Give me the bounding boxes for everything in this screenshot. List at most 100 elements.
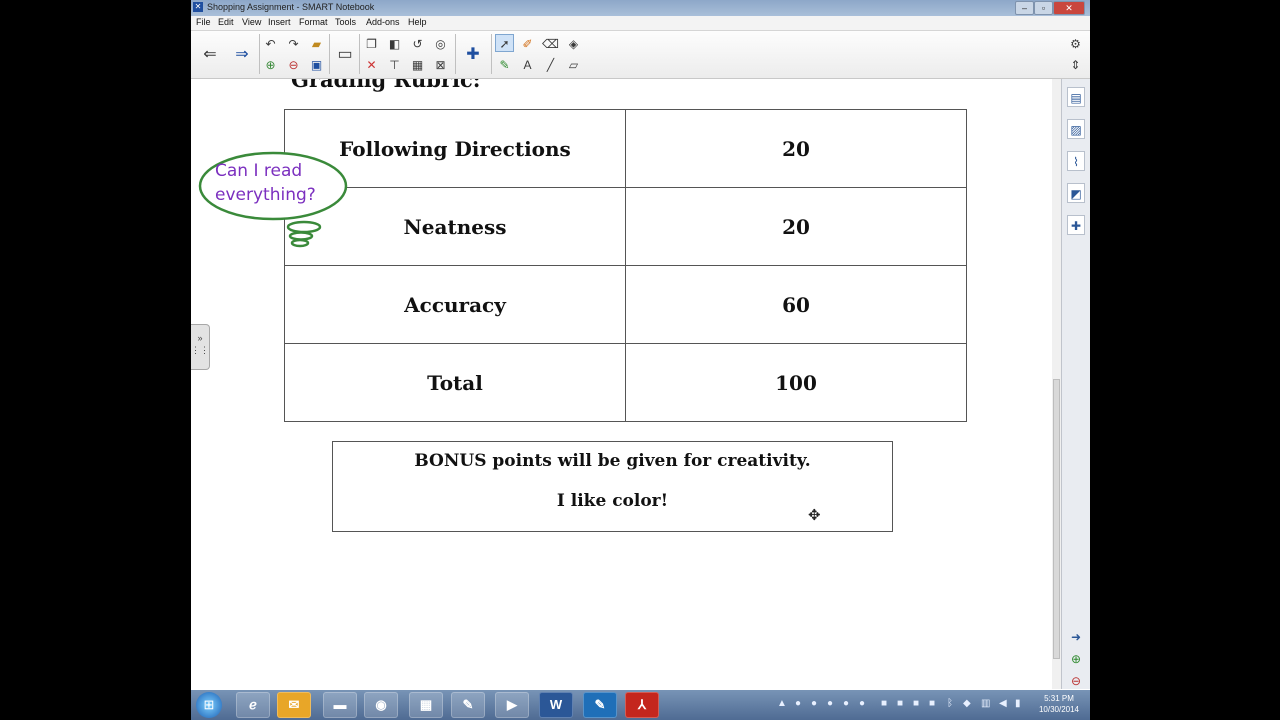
scrollbar-thumb[interactable] (1053, 379, 1060, 659)
add-tab-icon[interactable]: ⊕ (1067, 649, 1085, 669)
previous-page-icon[interactable]: ⇐ (196, 35, 224, 73)
gallery-handle[interactable]: » ⋮⋮ (191, 324, 210, 370)
table-row: Total 100 (284, 343, 967, 422)
eraser-icon[interactable]: ⌫ (541, 34, 560, 52)
toolbar-separator (491, 34, 492, 74)
display-screen-icon[interactable]: ▭ (331, 35, 359, 73)
word-icon[interactable]: W (539, 692, 573, 718)
select-arrow-icon[interactable]: ➚ (495, 34, 514, 52)
toolbar-separator (329, 34, 330, 74)
bluetooth-icon[interactable]: ᛒ (947, 698, 953, 709)
smart-notebook-icon[interactable]: ✎ (583, 692, 617, 718)
tray-app-icon[interactable]: ● (811, 698, 817, 709)
rubric-heading: Grading Rubric: (291, 79, 481, 92)
redo-icon[interactable]: ↷ (284, 34, 303, 52)
acrobat-icon[interactable]: ⅄ (625, 692, 659, 718)
tray-app-icon[interactable]: ■ (897, 698, 903, 709)
gallery-icon[interactable]: ▨ (1067, 119, 1085, 139)
power-icon[interactable]: ▮ (1015, 698, 1021, 709)
double-chevron-right-icon: » (197, 333, 203, 343)
tray-show-hidden-icon[interactable]: ▲ (777, 698, 787, 709)
thought-bubble-line: Can I read (215, 161, 303, 181)
tray-app-icon[interactable]: ■ (913, 698, 919, 709)
start-button[interactable]: ⊞ (196, 692, 222, 718)
system-clock[interactable]: 5:31 PM 10/30/2014 (1031, 693, 1087, 715)
thought-bubble-trail (290, 238, 310, 248)
windows-taskbar: ⊞ ℯ ✉ ▬ ◉ ▦ ✎ ▶ W ✎ ⅄ ▲ ● ● ● ● ● ■ ■ ■ … (191, 690, 1090, 720)
add-ons-icon[interactable]: ✚ (1067, 215, 1085, 235)
gear-icon[interactable]: ⚙ (1066, 34, 1085, 52)
side-tabs: ▤ ▨ ⌇ ◩ ✚ ➜ ⊕ ⊖ (1061, 79, 1090, 689)
next-page-icon[interactable]: ⇒ (228, 35, 256, 73)
page-sorter-icon[interactable]: ▤ (1067, 87, 1085, 107)
chrome-icon[interactable]: ◉ (364, 692, 398, 718)
paint-icon[interactable]: ✎ (451, 692, 485, 718)
criterion-cell: Accuracy (284, 265, 626, 344)
shape-eraser-icon[interactable]: ▱ (564, 55, 583, 73)
smart-notebook-icon: ✕ (193, 2, 203, 12)
tray-app-icon[interactable]: ● (795, 698, 801, 709)
table-row: Accuracy 60 (284, 265, 967, 344)
menu-file[interactable]: File (196, 17, 211, 27)
add-ons-puzzle-icon[interactable]: ✚ (459, 35, 487, 73)
points-cell: 60 (625, 265, 967, 344)
volume-icon[interactable]: ◀ (999, 698, 1007, 709)
title-bar: ✕ Shopping Assignment - SMART Notebook –… (191, 0, 1090, 16)
outlook-icon[interactable]: ✉ (277, 692, 311, 718)
menu-format[interactable]: Format (299, 17, 328, 27)
network-icon[interactable]: ▥ (981, 698, 990, 709)
notebook-page[interactable]: Grading Rubric: Following Directions 20 … (191, 79, 1052, 689)
line-icon[interactable]: ╱ (541, 55, 560, 73)
points-cell: 100 (625, 343, 967, 422)
thought-bubble-text: Can I read everything? (215, 159, 335, 207)
insert-table-icon[interactable]: ▦ (408, 55, 427, 73)
delete-icon[interactable]: ✕ (362, 55, 381, 73)
properties-icon[interactable]: ◩ (1067, 183, 1085, 203)
remove-tab-icon[interactable]: ⊖ (1067, 671, 1085, 691)
tray-app-icon[interactable]: ■ (929, 698, 935, 709)
delete-page-icon[interactable]: ⊖ (284, 55, 303, 73)
fill-icon[interactable]: ◈ (564, 34, 583, 52)
undo-icon[interactable]: ↶ (261, 34, 280, 52)
calculator-icon[interactable]: ▦ (409, 692, 443, 718)
tray-app-icon[interactable]: ● (843, 698, 849, 709)
screen-shade-icon[interactable]: ⊤ (385, 55, 404, 73)
grip-icon: ⋮⋮ (191, 345, 209, 355)
menu-insert[interactable]: Insert (268, 17, 291, 27)
tray-app-icon[interactable]: ■ (881, 698, 887, 709)
save-icon[interactable]: ▣ (307, 55, 326, 73)
menu-help[interactable]: Help (408, 17, 427, 27)
screen-capture-icon[interactable]: ◧ (385, 34, 404, 52)
bonus-text: BONUS points will be given for creativit… (414, 451, 811, 471)
attachments-icon[interactable]: ⌇ (1067, 151, 1085, 171)
media-player-icon[interactable]: ▶ (495, 692, 529, 718)
menu-edit[interactable]: Edit (218, 17, 234, 27)
vertical-scrollbar[interactable] (1052, 79, 1061, 689)
minimize-button[interactable]: – (1015, 1, 1034, 15)
explorer-icon[interactable]: ▬ (323, 692, 357, 718)
paste-icon[interactable]: ❐ (362, 34, 381, 52)
window-title: Shopping Assignment - SMART Notebook (207, 2, 375, 12)
maximize-button[interactable]: ▫ (1034, 1, 1053, 15)
arrow-right-icon[interactable]: ➜ (1067, 627, 1085, 647)
menu-tools[interactable]: Tools (335, 17, 356, 27)
document-camera-icon[interactable]: ◎ (431, 34, 450, 52)
tray-app-icon[interactable]: ◆ (963, 698, 971, 709)
menu-view[interactable]: View (242, 17, 261, 27)
open-file-icon[interactable]: ▰ (307, 34, 326, 52)
close-button[interactable]: ✕ (1053, 1, 1085, 15)
rubric-table[interactable]: Following Directions 20 Neatness 20 Accu… (284, 109, 967, 422)
text-icon[interactable]: A (518, 55, 537, 73)
pens-icon[interactable]: ✎ (495, 55, 514, 73)
table-row: Following Directions 20 (284, 109, 967, 188)
tray-app-icon[interactable]: ● (859, 698, 865, 709)
full-screen-icon[interactable]: ⊠ (431, 55, 450, 73)
ie-icon[interactable]: ℯ (236, 692, 270, 718)
menu-add-ons[interactable]: Add-ons (366, 17, 400, 27)
add-page-icon[interactable]: ⊕ (261, 55, 280, 73)
magic-pen-icon[interactable]: ✐ (518, 34, 537, 52)
toolbar-separator (455, 34, 456, 74)
move-toolbar-icon[interactable]: ⇕ (1066, 55, 1085, 73)
tray-app-icon[interactable]: ● (827, 698, 833, 709)
reset-page-icon[interactable]: ↺ (408, 34, 427, 52)
